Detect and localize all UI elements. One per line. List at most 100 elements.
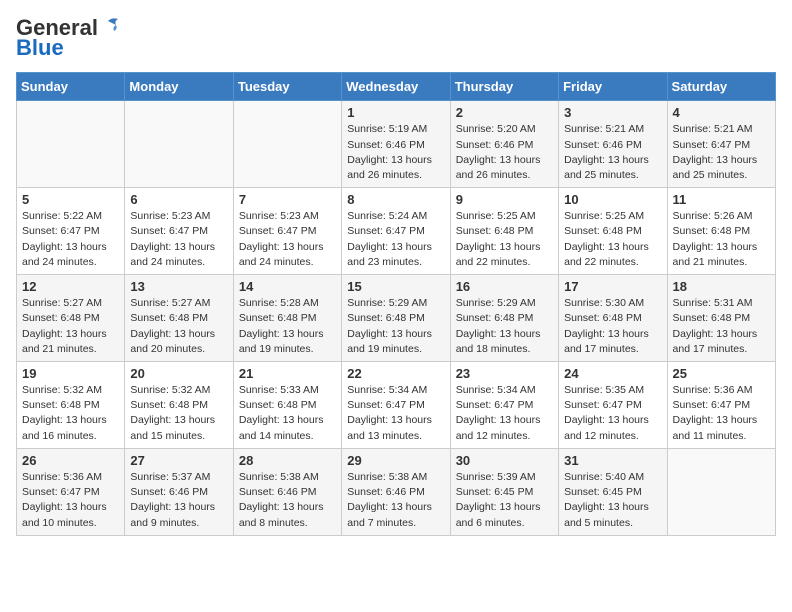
calendar-day-cell: 1 Sunrise: 5:19 AM Sunset: 6:46 PM Daylig… xyxy=(342,101,450,188)
calendar-day-cell: 13Sunrise: 5:27 AM Sunset: 6:48 PM Dayli… xyxy=(125,275,233,362)
day-info: Sunrise: 5:38 AM Sunset: 6:46 PM Dayligh… xyxy=(347,470,444,531)
calendar-day-cell: 10 Sunrise: 5:25 AM Sunset: 6:48 PM Dayli… xyxy=(559,188,667,275)
calendar-day-cell: 11 Sunrise: 5:26 AM Sunset: 6:48 PM Dayli… xyxy=(667,188,775,275)
day-info: Sunrise: 5:38 AM Sunset: 6:46 PM Dayligh… xyxy=(239,470,336,531)
day-number: 2 xyxy=(456,105,553,120)
day-number: 22 xyxy=(347,366,444,381)
weekday-header: Monday xyxy=(125,73,233,101)
day-info: Sunrise: 5:35 AM Sunset: 6:47 PM Dayligh… xyxy=(564,383,661,444)
calendar-day-cell: 12Sunrise: 5:27 AM Sunset: 6:48 PM Dayli… xyxy=(17,275,125,362)
day-number: 29 xyxy=(347,453,444,468)
day-info: Sunrise: 5:20 AM Sunset: 6:46 PM Dayligh… xyxy=(456,122,553,183)
calendar-day-cell: 16Sunrise: 5:29 AM Sunset: 6:48 PM Dayli… xyxy=(450,275,558,362)
day-info: Sunrise: 5:25 AM Sunset: 6:48 PM Dayligh… xyxy=(564,209,661,270)
day-number: 4 xyxy=(673,105,770,120)
day-info: Sunrise: 5:26 AM Sunset: 6:48 PM Dayligh… xyxy=(673,209,770,270)
day-number: 16 xyxy=(456,279,553,294)
day-info: Sunrise: 5:37 AM Sunset: 6:46 PM Dayligh… xyxy=(130,470,227,531)
day-info: Sunrise: 5:36 AM Sunset: 6:47 PM Dayligh… xyxy=(22,470,119,531)
calendar-day-cell: 2 Sunrise: 5:20 AM Sunset: 6:46 PM Daylig… xyxy=(450,101,558,188)
day-number: 12 xyxy=(22,279,119,294)
calendar-day-cell: 28 Sunrise: 5:38 AM Sunset: 6:46 PM Dayli… xyxy=(233,448,341,535)
calendar-day-cell: 25 Sunrise: 5:36 AM Sunset: 6:47 PM Dayli… xyxy=(667,362,775,449)
day-number: 10 xyxy=(564,192,661,207)
day-info: Sunrise: 5:32 AM Sunset: 6:48 PM Dayligh… xyxy=(22,383,119,444)
weekday-header: Wednesday xyxy=(342,73,450,101)
day-number: 30 xyxy=(456,453,553,468)
day-info: Sunrise: 5:19 AM Sunset: 6:46 PM Dayligh… xyxy=(347,122,444,183)
calendar-day-cell: 30 Sunrise: 5:39 AM Sunset: 6:45 PM Dayli… xyxy=(450,448,558,535)
day-number: 1 xyxy=(347,105,444,120)
day-info: Sunrise: 5:23 AM Sunset: 6:47 PM Dayligh… xyxy=(239,209,336,270)
day-number: 6 xyxy=(130,192,227,207)
logo: General Blue xyxy=(16,16,122,60)
logo-bird-icon xyxy=(100,15,122,37)
day-number: 27 xyxy=(130,453,227,468)
calendar-day-cell: 21Sunrise: 5:33 AM Sunset: 6:48 PM Dayli… xyxy=(233,362,341,449)
calendar-day-cell: 19 Sunrise: 5:32 AM Sunset: 6:48 PM Dayli… xyxy=(17,362,125,449)
calendar-empty-cell xyxy=(233,101,341,188)
calendar-week-row: 26 Sunrise: 5:36 AM Sunset: 6:47 PM Dayli… xyxy=(17,448,776,535)
day-number: 25 xyxy=(673,366,770,381)
day-number: 18 xyxy=(673,279,770,294)
weekday-header: Friday xyxy=(559,73,667,101)
calendar-day-cell: 24 Sunrise: 5:35 AM Sunset: 6:47 PM Dayli… xyxy=(559,362,667,449)
calendar-day-cell: 3 Sunrise: 5:21 AM Sunset: 6:46 PM Daylig… xyxy=(559,101,667,188)
day-info: Sunrise: 5:22 AM Sunset: 6:47 PM Dayligh… xyxy=(22,209,119,270)
day-info: Sunrise: 5:31 AM Sunset: 6:48 PM Dayligh… xyxy=(673,296,770,357)
calendar-day-cell: 27 Sunrise: 5:37 AM Sunset: 6:46 PM Dayli… xyxy=(125,448,233,535)
day-number: 17 xyxy=(564,279,661,294)
day-info: Sunrise: 5:34 AM Sunset: 6:47 PM Dayligh… xyxy=(347,383,444,444)
day-number: 11 xyxy=(673,192,770,207)
calendar-day-cell: 8 Sunrise: 5:24 AM Sunset: 6:47 PM Daylig… xyxy=(342,188,450,275)
calendar-week-row: 19 Sunrise: 5:32 AM Sunset: 6:48 PM Dayli… xyxy=(17,362,776,449)
calendar-week-row: 5 Sunrise: 5:22 AM Sunset: 6:47 PM Daylig… xyxy=(17,188,776,275)
calendar-day-cell: 29 Sunrise: 5:38 AM Sunset: 6:46 PM Dayli… xyxy=(342,448,450,535)
calendar-day-cell: 23Sunrise: 5:34 AM Sunset: 6:47 PM Dayli… xyxy=(450,362,558,449)
day-number: 8 xyxy=(347,192,444,207)
calendar-empty-cell xyxy=(17,101,125,188)
calendar-day-cell: 22 Sunrise: 5:34 AM Sunset: 6:47 PM Dayli… xyxy=(342,362,450,449)
calendar-week-row: 1 Sunrise: 5:19 AM Sunset: 6:46 PM Daylig… xyxy=(17,101,776,188)
day-info: Sunrise: 5:29 AM Sunset: 6:48 PM Dayligh… xyxy=(347,296,444,357)
day-number: 19 xyxy=(22,366,119,381)
calendar-day-cell: 6 Sunrise: 5:23 AM Sunset: 6:47 PM Daylig… xyxy=(125,188,233,275)
day-info: Sunrise: 5:21 AM Sunset: 6:47 PM Dayligh… xyxy=(673,122,770,183)
day-info: Sunrise: 5:23 AM Sunset: 6:47 PM Dayligh… xyxy=(130,209,227,270)
day-info: Sunrise: 5:21 AM Sunset: 6:46 PM Dayligh… xyxy=(564,122,661,183)
day-info: Sunrise: 5:34 AM Sunset: 6:47 PM Dayligh… xyxy=(456,383,553,444)
day-info: Sunrise: 5:33 AM Sunset: 6:48 PM Dayligh… xyxy=(239,383,336,444)
day-number: 24 xyxy=(564,366,661,381)
weekday-header: Thursday xyxy=(450,73,558,101)
day-info: Sunrise: 5:25 AM Sunset: 6:48 PM Dayligh… xyxy=(456,209,553,270)
day-number: 5 xyxy=(22,192,119,207)
calendar-day-cell: 15 Sunrise: 5:29 AM Sunset: 6:48 PM Dayli… xyxy=(342,275,450,362)
day-info: Sunrise: 5:24 AM Sunset: 6:47 PM Dayligh… xyxy=(347,209,444,270)
calendar-header-row: SundayMondayTuesdayWednesdayThursdayFrid… xyxy=(17,73,776,101)
weekday-header: Tuesday xyxy=(233,73,341,101)
weekday-header: Sunday xyxy=(17,73,125,101)
day-number: 7 xyxy=(239,192,336,207)
day-info: Sunrise: 5:39 AM Sunset: 6:45 PM Dayligh… xyxy=(456,470,553,531)
day-info: Sunrise: 5:36 AM Sunset: 6:47 PM Dayligh… xyxy=(673,383,770,444)
calendar-day-cell: 31 Sunrise: 5:40 AM Sunset: 6:45 PM Dayli… xyxy=(559,448,667,535)
calendar-day-cell: 7 Sunrise: 5:23 AM Sunset: 6:47 PM Daylig… xyxy=(233,188,341,275)
page-header: General Blue xyxy=(16,16,776,60)
calendar-day-cell: 5 Sunrise: 5:22 AM Sunset: 6:47 PM Daylig… xyxy=(17,188,125,275)
calendar-day-cell: 9Sunrise: 5:25 AM Sunset: 6:48 PM Daylig… xyxy=(450,188,558,275)
calendar-day-cell: 26 Sunrise: 5:36 AM Sunset: 6:47 PM Dayli… xyxy=(17,448,125,535)
calendar-week-row: 12Sunrise: 5:27 AM Sunset: 6:48 PM Dayli… xyxy=(17,275,776,362)
day-number: 28 xyxy=(239,453,336,468)
day-number: 15 xyxy=(347,279,444,294)
calendar-day-cell: 17Sunrise: 5:30 AM Sunset: 6:48 PM Dayli… xyxy=(559,275,667,362)
calendar-day-cell: 14Sunrise: 5:28 AM Sunset: 6:48 PM Dayli… xyxy=(233,275,341,362)
logo-blue: Blue xyxy=(16,36,64,60)
day-number: 26 xyxy=(22,453,119,468)
day-number: 31 xyxy=(564,453,661,468)
weekday-header: Saturday xyxy=(667,73,775,101)
calendar-empty-cell xyxy=(125,101,233,188)
day-number: 3 xyxy=(564,105,661,120)
day-info: Sunrise: 5:32 AM Sunset: 6:48 PM Dayligh… xyxy=(130,383,227,444)
day-info: Sunrise: 5:40 AM Sunset: 6:45 PM Dayligh… xyxy=(564,470,661,531)
day-number: 14 xyxy=(239,279,336,294)
